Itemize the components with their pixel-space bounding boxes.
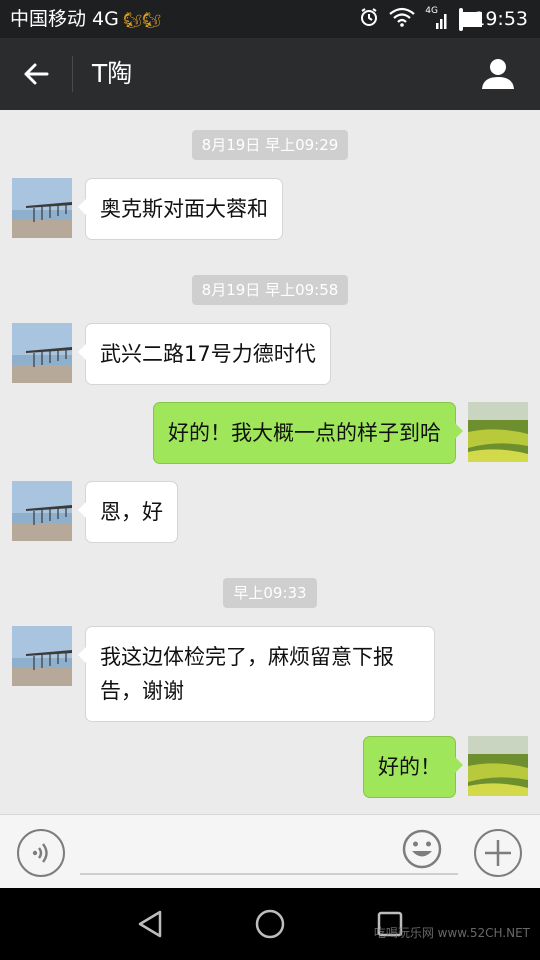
wifi-icon (389, 7, 415, 31)
message-bubble-incoming[interactable]: 我这边体检完了，麻烦留意下报告，谢谢 (78, 626, 435, 722)
signal-icon: 4G (425, 7, 449, 31)
user-avatar[interactable] (468, 402, 528, 462)
back-button[interactable] (14, 52, 58, 96)
voice-button[interactable] (17, 829, 65, 877)
timestamp: 8月19日 早上09:58 (0, 275, 540, 305)
alarm-icon (359, 7, 379, 31)
nav-back-button[interactable] (130, 908, 170, 940)
back-triangle-icon (138, 910, 162, 938)
emoji-button[interactable] (402, 829, 442, 869)
contact-avatar[interactable] (12, 481, 72, 541)
status-left: 中国移动 4G 🐿🐿 (10, 7, 161, 32)
user-avatar[interactable] (468, 736, 528, 796)
back-arrow-icon (24, 63, 49, 85)
contact-avatar[interactable] (12, 626, 72, 686)
message-bubble-outgoing[interactable]: 好的！ (363, 736, 463, 798)
home-circle-icon (255, 909, 285, 939)
message-bubble-incoming[interactable]: 恩，好 (78, 481, 178, 543)
more-options-button[interactable] (474, 829, 522, 877)
watermark: 吃喝玩乐网 www.52CH.NET (373, 926, 530, 940)
chat-area[interactable]: 8月19日 早上09:29 奥克斯对面大蓉和 8月19日 早上09:58 武兴二… (0, 110, 540, 814)
title-bar: T陶 (0, 38, 540, 110)
battery-icon (459, 7, 482, 31)
voice-icon (32, 843, 48, 863)
message-bubble-incoming[interactable]: 奥克斯对面大蓉和 (78, 178, 283, 240)
nav-home-button[interactable] (250, 908, 290, 940)
contact-avatar[interactable] (12, 178, 72, 238)
pier-avatar-image (12, 626, 72, 686)
message-bubble-incoming[interactable]: 武兴二路17号力德时代 (78, 323, 331, 385)
person-icon (482, 59, 514, 89)
system-nav-bar: 吃喝玩乐网 www.52CH.NET (0, 888, 540, 960)
contact-avatar[interactable] (12, 323, 72, 383)
timestamp: 早上09:33 (0, 578, 540, 608)
status-icons: 4G 19:53 (349, 6, 528, 32)
chat-title: T陶 (92, 59, 133, 88)
field-avatar-image (468, 402, 528, 462)
title-divider (72, 56, 73, 92)
message-bubble-outgoing[interactable]: 好的！我大概一点的样子到哈 (153, 402, 463, 464)
pier-avatar-image (12, 323, 72, 383)
field-avatar-image (468, 736, 528, 796)
timestamp: 8月19日 早上09:29 (0, 130, 540, 160)
input-bar (0, 814, 540, 888)
squirrel-icon: 🐿🐿 (122, 11, 161, 29)
pier-avatar-image (12, 178, 72, 238)
carrier-label: 中国移动 4G (10, 8, 119, 30)
plus-icon (485, 840, 511, 866)
emoji-icon (402, 829, 442, 869)
chat-info-button[interactable] (478, 54, 518, 94)
status-bar: 中国移动 4G 🐿🐿 4G 19:53 (0, 0, 540, 38)
pier-avatar-image (12, 481, 72, 541)
